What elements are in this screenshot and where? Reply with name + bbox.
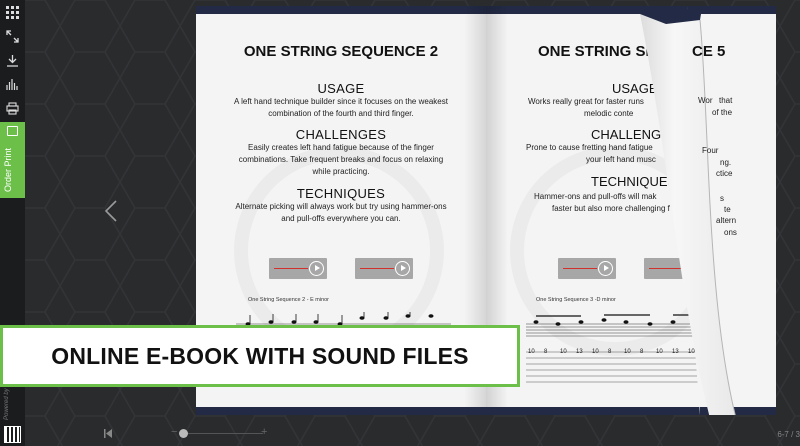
usage-heading: USAGE	[317, 81, 365, 96]
sequence-caption: One String Sequence 3 -D minor	[536, 297, 616, 303]
audio-player[interactable]	[269, 258, 327, 279]
zoom-out-icon[interactable]: −	[171, 426, 177, 438]
usage-tail: of the	[712, 108, 733, 117]
order-print-button[interactable]: Order Print	[0, 122, 25, 198]
tab-number: 10	[560, 349, 567, 355]
tab-number: 10	[592, 349, 599, 355]
powered-by-label: Powered by	[4, 388, 10, 420]
banner-text: ONLINE E-BOOK WITH SOUND FILES	[51, 342, 469, 369]
qr-code-icon[interactable]	[4, 426, 21, 443]
techniques-tail: s	[720, 194, 724, 203]
page-curl[interactable]: CE 5 Wor that of the Four ng. ctice s te…	[640, 6, 776, 415]
audio-progress[interactable]	[563, 268, 597, 269]
order-print-label: Order Print	[3, 147, 13, 192]
bottom-band	[196, 407, 486, 415]
audio-player[interactable]	[355, 258, 413, 279]
techniques-tail: te	[724, 205, 731, 214]
tab-number: 10	[528, 349, 535, 355]
promo-banner: ONLINE E-BOOK WITH SOUND FILES	[0, 325, 520, 387]
top-band	[196, 6, 486, 14]
challenges-text-line1: Prone to cause fretting hand fatigue	[526, 143, 653, 152]
usage-text-line2: melodic conte	[584, 109, 634, 118]
usage-tail: that	[719, 96, 733, 105]
page-title: ONE STRING SI	[538, 43, 650, 60]
play-icon[interactable]	[598, 261, 613, 276]
page-title: ONE STRING SEQUENCE 2	[243, 43, 439, 60]
challenges-tail: Four	[702, 146, 719, 155]
usage-tail: Wor	[698, 96, 713, 105]
challenges-tail: ng.	[720, 158, 732, 167]
zoom-slider-handle[interactable]	[179, 429, 188, 438]
sequence-caption: One String Sequence 2 - E minor	[248, 297, 330, 303]
techniques-text-line1: Hammer-ons and pull-offs will mak	[534, 192, 657, 201]
usage-text: A left hand technique builder since it f…	[234, 97, 448, 118]
grid-icon[interactable]	[0, 0, 25, 24]
page-title-tail: CE 5	[692, 43, 726, 60]
tab-number: 13	[576, 349, 583, 355]
bottom-bar: − +	[25, 423, 800, 446]
print-icon[interactable]	[0, 96, 25, 120]
play-icon[interactable]	[395, 261, 410, 276]
challenges-text: Easily creates left hand fatigue because…	[238, 143, 444, 176]
play-icon[interactable]	[309, 261, 324, 276]
fullscreen-icon[interactable]	[0, 24, 25, 48]
page-curl-shape	[640, 6, 776, 415]
tab-number: 10	[624, 349, 631, 355]
zoom-slider[interactable]	[181, 433, 263, 434]
previous-page-icon[interactable]	[104, 200, 118, 222]
equalizer-icon[interactable]	[0, 72, 25, 96]
techniques-text: Alternate picking will always work but t…	[235, 202, 447, 223]
page-counter: 6-7 / 3	[777, 430, 800, 439]
audio-player[interactable]	[558, 258, 616, 279]
audio-progress[interactable]	[274, 268, 308, 269]
challenges-heading: CHALLENGES	[295, 127, 387, 142]
tab-number: 8	[544, 349, 548, 355]
usage-text-line1: Works really great for faster runs	[528, 97, 644, 106]
first-page-icon[interactable]	[104, 429, 112, 438]
techniques-tail: ons	[724, 228, 737, 237]
download-icon[interactable]	[0, 48, 25, 72]
tab-number: 8	[608, 349, 612, 355]
zoom-in-icon[interactable]: +	[261, 426, 267, 438]
audio-progress[interactable]	[360, 268, 394, 269]
challenges-tail: ctice	[716, 169, 733, 178]
techniques-heading: TECHNIQUES	[296, 186, 386, 201]
techniques-tail: altern	[716, 216, 737, 225]
